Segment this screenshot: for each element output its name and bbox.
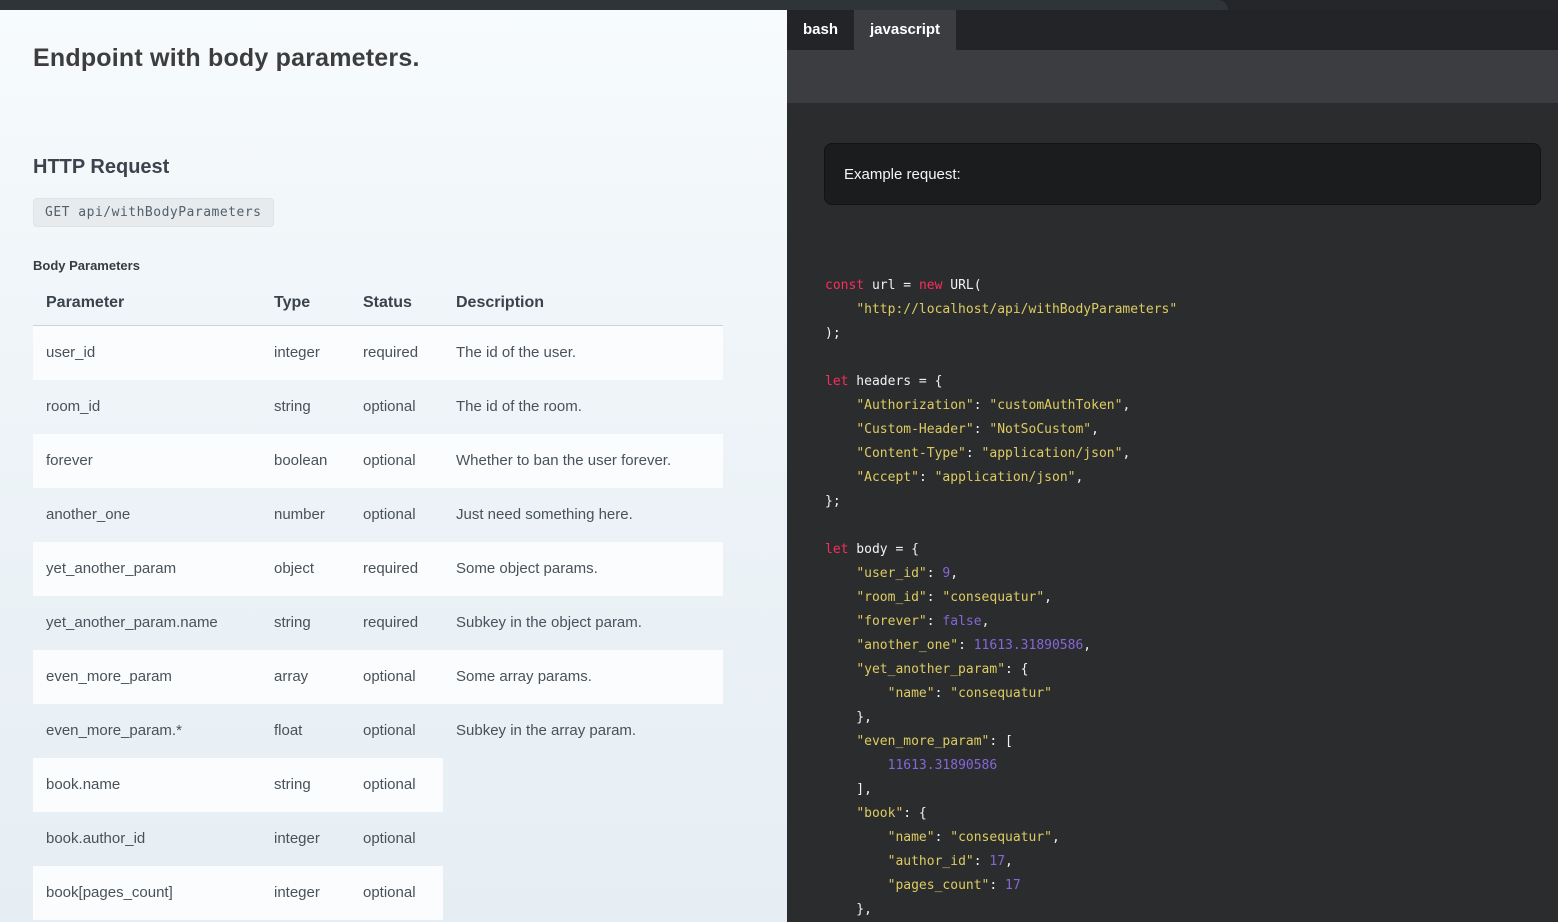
table-header-description: Description [443, 281, 723, 326]
table-header-status: Status [350, 281, 443, 326]
table-row: foreverbooleanoptionalWhether to ban the… [33, 434, 723, 488]
table-row: another_onenumberoptionalJust need somet… [33, 488, 723, 542]
tab-row: bashjavascript [787, 10, 1558, 50]
table-row: book.author_idintegeroptional [33, 812, 723, 866]
code-line [825, 514, 1558, 538]
code-line: const url = new URL( [825, 274, 1558, 298]
example-request-label: Example request: [844, 166, 961, 183]
tab-bash[interactable]: bash [787, 10, 854, 50]
code-line: "forever": false, [825, 610, 1558, 634]
table-body: user_idintegerrequiredThe id of the user… [33, 326, 723, 920]
code-line: }, [825, 706, 1558, 730]
tab-javascript[interactable]: javascript [854, 10, 956, 50]
table-row: room_idstringoptionalThe id of the room. [33, 380, 723, 434]
code-line: 11613.31890586 [825, 754, 1558, 778]
code-line: "Custom-Header": "NotSoCustom", [825, 418, 1558, 442]
code-line: "room_id": "consequatur", [825, 586, 1558, 610]
top-bar [0, 0, 1558, 10]
code-line: "yet_another_param": { [825, 658, 1558, 682]
code-line: "name": "consequatur" [825, 682, 1558, 706]
example-code: const url = new URL( "http://localhost/a… [825, 274, 1558, 922]
code-line: "another_one": 11613.31890586, [825, 634, 1558, 658]
body-parameters-table: Parameter Type Status Description user_i… [33, 281, 723, 920]
code-line: "Accept": "application/json", [825, 466, 1558, 490]
code-line: "name": "consequatur", [825, 826, 1558, 850]
code-example-panel: bashjavascript Example request: const ur… [787, 10, 1558, 922]
code-line: "user_id": 9, [825, 562, 1558, 586]
active-tab-band [787, 50, 1558, 103]
code-line: }; [825, 490, 1558, 514]
http-request-heading: HTTP Request [33, 156, 169, 179]
code-line: "book": { [825, 802, 1558, 826]
code-line: "pages_count": 17 [825, 874, 1558, 898]
table-header-type: Type [261, 281, 350, 326]
code-line: let body = { [825, 538, 1558, 562]
table-header-parameter: Parameter [33, 281, 261, 326]
table-row: book.namestringoptional [33, 758, 723, 812]
docs-content-panel: Endpoint with body parameters. HTTP Requ… [0, 10, 787, 922]
code-line [825, 346, 1558, 370]
code-line: "author_id": 17, [825, 850, 1558, 874]
example-request-box: Example request: [824, 143, 1541, 205]
table-row: book[pages_count]integeroptional [33, 866, 723, 920]
code-line: ); [825, 322, 1558, 346]
code-line: let headers = { [825, 370, 1558, 394]
table-row: yet_another_paramobjectrequiredSome obje… [33, 542, 723, 596]
table-row: user_idintegerrequiredThe id of the user… [33, 326, 723, 380]
code-line: "even_more_param": [ [825, 730, 1558, 754]
top-bar-segment [0, 0, 1228, 10]
table-row: even_more_param.*floatoptionalSubkey in … [33, 704, 723, 758]
code-line: "Content-Type": "application/json", [825, 442, 1558, 466]
code-line: "Authorization": "customAuthToken", [825, 394, 1558, 418]
table-row: yet_another_param.namestringrequiredSubk… [33, 596, 723, 650]
table-row: even_more_paramarrayoptionalSome array p… [33, 650, 723, 704]
body-parameters-label: Body Parameters [33, 258, 140, 273]
endpoint-method-badge: GET api/withBodyParameters [33, 198, 274, 227]
table-header-row: Parameter Type Status Description [33, 281, 723, 326]
code-line: "http://localhost/api/withBodyParameters… [825, 298, 1558, 322]
page-title: Endpoint with body parameters. [33, 44, 420, 73]
code-line: }, [825, 898, 1558, 922]
code-line: ], [825, 778, 1558, 802]
